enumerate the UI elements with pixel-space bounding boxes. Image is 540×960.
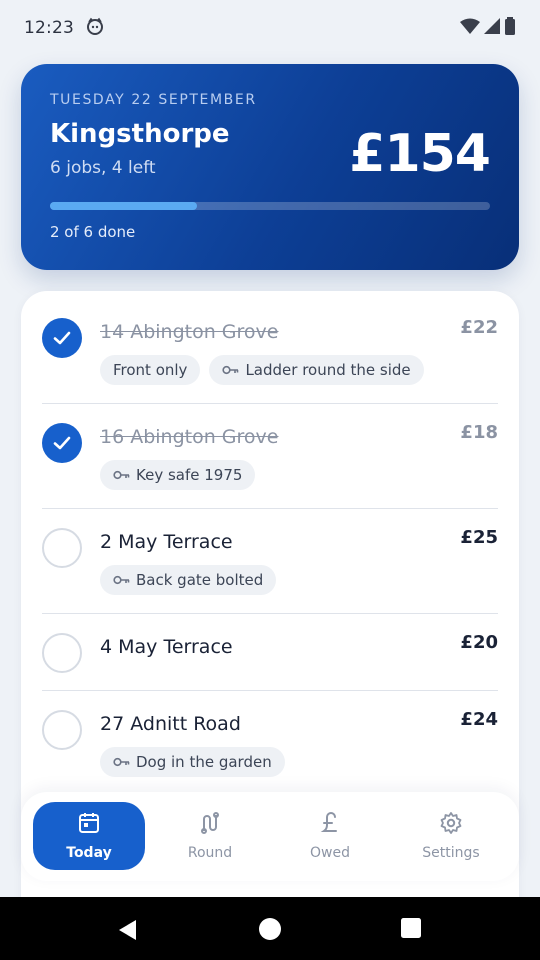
progress-fill xyxy=(50,202,197,210)
job-todo-checkbox[interactable] xyxy=(42,710,82,750)
job-note-label: Front only xyxy=(113,361,188,379)
job-note-label: Dog in the garden xyxy=(136,753,272,771)
calendar-icon xyxy=(77,811,101,839)
job-address: 2 May Terrace xyxy=(100,531,233,553)
job-note-label: Key safe 1975 xyxy=(136,466,243,484)
job-address: 14 Abington Grove xyxy=(100,321,279,343)
status-right xyxy=(460,17,516,39)
job-divider xyxy=(42,403,498,404)
nav-item-round[interactable]: Round xyxy=(154,802,266,870)
job-row[interactable]: 16 Abington Grove £18 Key safe 1975 xyxy=(42,422,498,502)
job-price: £22 xyxy=(460,317,498,338)
job-address: 27 Adnitt Road xyxy=(100,713,241,735)
job-divider xyxy=(42,690,498,691)
nav-item-today[interactable]: Today xyxy=(33,802,145,870)
key-icon xyxy=(113,571,130,589)
key-icon xyxy=(222,361,239,379)
job-note-chip: Back gate bolted xyxy=(100,565,277,595)
key-icon xyxy=(113,753,130,771)
summary-total-amount: £154 xyxy=(349,124,491,184)
bottom-navigation: Today Round Owed Settings xyxy=(21,792,519,881)
key-icon xyxy=(113,466,130,484)
job-notes: Dog in the garden xyxy=(100,747,285,777)
summary-jobs-left: 6 jobs, 4 left xyxy=(50,158,156,178)
system-navigation-bar xyxy=(0,897,540,960)
nav-label: Settings xyxy=(422,845,480,861)
job-note-label: Back gate bolted xyxy=(136,571,264,589)
job-address: 16 Abington Grove xyxy=(100,426,279,448)
day-summary-card: TUESDAY 22 SEPTEMBER Kingsthorpe 6 jobs,… xyxy=(21,64,519,270)
progress-text: 2 of 6 done xyxy=(50,223,136,241)
status-left: 12:23 xyxy=(24,17,104,39)
summary-date: TUESDAY 22 SEPTEMBER xyxy=(50,92,257,108)
route-icon xyxy=(198,811,222,839)
job-price: £25 xyxy=(460,527,498,548)
job-divider xyxy=(42,508,498,509)
wifi-icon xyxy=(460,18,480,38)
job-row[interactable]: 4 May Terrace £20 xyxy=(42,632,498,712)
job-note-chip: Ladder round the side xyxy=(209,355,424,385)
signal-icon xyxy=(484,18,500,38)
job-price: £24 xyxy=(460,709,498,730)
status-time: 12:23 xyxy=(24,18,74,38)
job-todo-checkbox[interactable] xyxy=(42,633,82,673)
recents-icon[interactable] xyxy=(401,918,421,942)
job-address: 4 May Terrace xyxy=(100,636,233,658)
gear-icon xyxy=(439,811,463,839)
job-notes: Front only Ladder round the side xyxy=(100,355,424,385)
job-notes: Key safe 1975 xyxy=(100,460,256,490)
nav-item-settings[interactable]: Settings xyxy=(395,802,507,870)
status-bar: 12:23 xyxy=(0,0,540,56)
debug-icon xyxy=(86,17,104,39)
nav-label: Round xyxy=(187,845,233,861)
job-price: £20 xyxy=(460,632,498,653)
summary-area-title: Kingsthorpe xyxy=(50,119,230,149)
home-icon[interactable] xyxy=(259,918,281,944)
progress-track xyxy=(50,202,490,210)
job-note-chip: Key safe 1975 xyxy=(100,460,256,490)
nav-item-owed[interactable]: Owed xyxy=(274,802,386,870)
job-row[interactable]: 14 Abington Grove £22 Front only Ladder rou… xyxy=(42,317,498,397)
back-icon[interactable] xyxy=(117,919,139,945)
job-todo-checkbox[interactable] xyxy=(42,528,82,568)
job-done-checkbox[interactable] xyxy=(42,423,82,463)
job-row[interactable]: 27 Adnitt Road £24 Dog in the garden xyxy=(42,709,498,789)
job-row[interactable]: 2 May Terrace £25 Back gate bolted xyxy=(42,527,498,607)
job-price: £18 xyxy=(460,422,498,443)
job-note-chip: Dog in the garden xyxy=(100,747,285,777)
pound-icon xyxy=(318,811,342,839)
nav-label: Today xyxy=(66,845,112,861)
nav-label: Owed xyxy=(310,845,350,861)
job-done-checkbox[interactable] xyxy=(42,318,82,358)
battery-icon xyxy=(504,17,516,39)
job-divider xyxy=(42,613,498,614)
job-note-label: Ladder round the side xyxy=(245,361,411,379)
job-note-chip: Front only xyxy=(100,355,201,385)
job-notes: Back gate bolted xyxy=(100,565,277,595)
